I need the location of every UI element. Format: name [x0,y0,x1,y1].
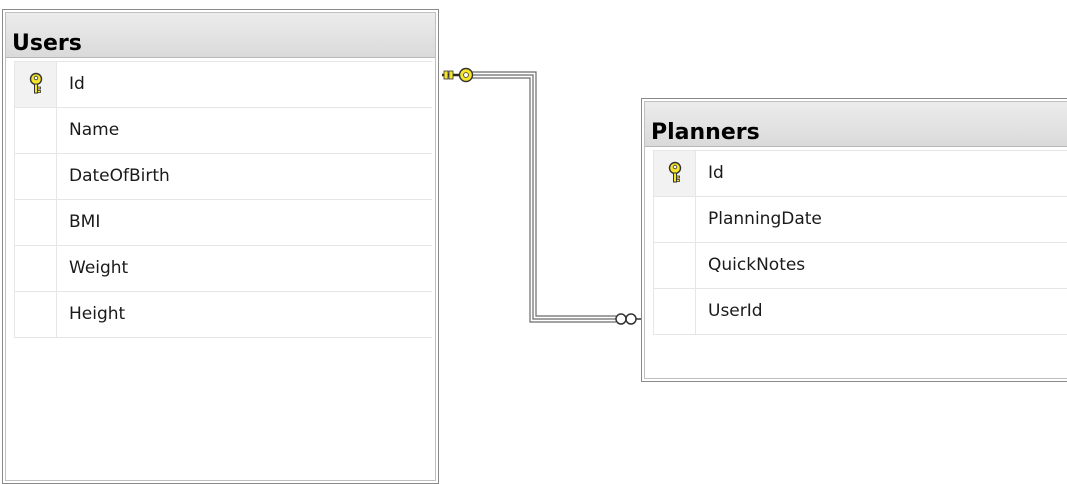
row-selector[interactable] [15,108,57,153]
primary-key-icon [29,72,43,94]
column-name-dateofbirth: DateOfBirth [69,166,170,186]
column-name-height: Height [69,304,126,324]
table-row[interactable]: DateOfBirth [15,154,432,200]
primary-key-icon [668,161,682,183]
planners-title-bar[interactable]: Planners [645,102,1067,147]
planners-table[interactable]: Planners Id PlanningDate QuickNotes User… [641,98,1067,382]
planners-table-frame: Planners Id PlanningDate QuickNotes User… [644,101,1067,379]
table-row[interactable]: Name [15,108,432,154]
users-table-frame: Users Id Name DateOfBirth BMI Weight Hei… [5,12,436,481]
table-row[interactable]: QuickNotes [654,243,1067,289]
users-title-bar[interactable]: Users [6,13,435,58]
row-selector[interactable] [15,200,57,245]
column-name-quicknotes: QuickNotes [708,255,806,275]
key-icon [442,67,474,83]
row-selector[interactable] [654,197,696,242]
table-row[interactable]: Id [654,151,1067,197]
row-selector[interactable] [15,154,57,199]
planners-column-grid: Id PlanningDate QuickNotes UserId [653,150,1067,335]
column-name-weight: Weight [69,258,129,278]
column-name-name: Name [69,120,120,140]
table-row[interactable]: Weight [15,246,432,292]
table-row[interactable]: Id [15,62,432,108]
column-name-planningdate: PlanningDate [708,209,822,229]
column-name-id: Id [69,74,85,94]
row-selector[interactable] [654,289,696,334]
infinity-icon [615,313,641,325]
row-selector[interactable] [15,246,57,291]
diagram-canvas: Users Id Name DateOfBirth BMI Weight Hei… [0,0,1067,484]
row-selector[interactable] [15,62,57,107]
table-row[interactable]: PlanningDate [654,197,1067,243]
table-row[interactable]: Height [15,292,432,338]
column-name-id: Id [708,163,724,183]
column-name-userid: UserId [708,301,763,321]
row-selector[interactable] [15,292,57,337]
table-row[interactable]: UserId [654,289,1067,335]
row-selector[interactable] [654,243,696,288]
users-table[interactable]: Users Id Name DateOfBirth BMI Weight Hei… [2,9,439,484]
column-name-bmi: BMI [69,212,101,232]
users-table-title: Users [12,31,82,56]
users-column-grid: Id Name DateOfBirth BMI Weight Height [14,61,432,338]
table-row[interactable]: BMI [15,200,432,246]
planners-table-title: Planners [651,120,760,145]
row-selector[interactable] [654,151,696,196]
